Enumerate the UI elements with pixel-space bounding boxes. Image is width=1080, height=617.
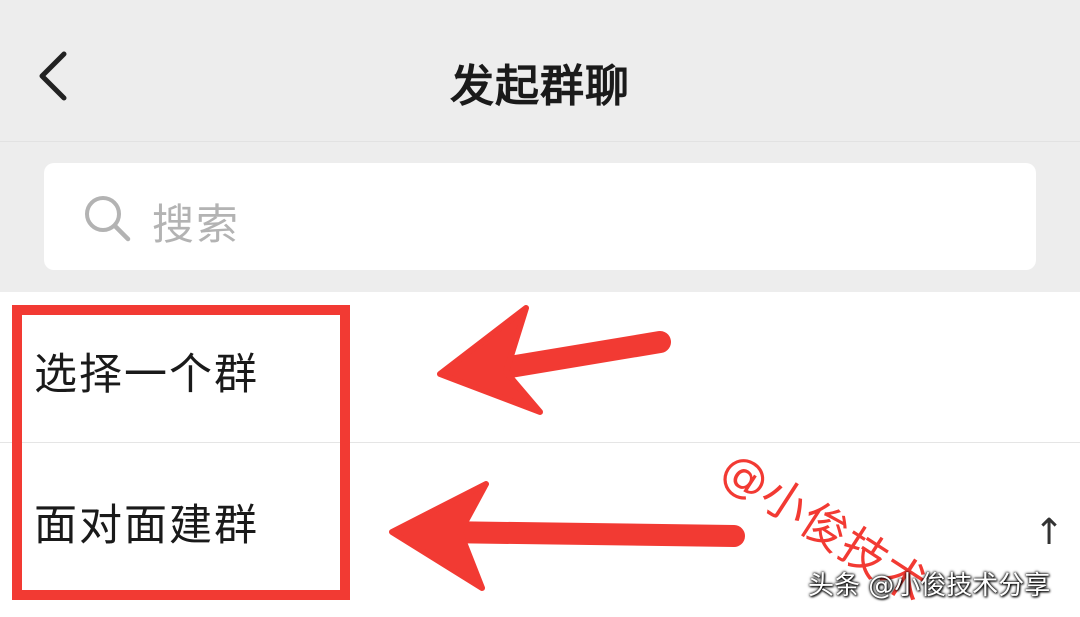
highlight-box <box>12 305 350 600</box>
search-input[interactable]: 搜索 <box>44 163 1036 270</box>
scroll-to-top-icon[interactable]: ↑ <box>1034 512 1064 553</box>
source-watermark: 头条 @小俊技术分享 <box>808 571 1051 601</box>
search-icon <box>85 196 131 242</box>
page-title: 发起群聊 <box>450 61 630 112</box>
search-area: 搜索 <box>0 142 1080 292</box>
nav-header: 发起群聊 <box>0 0 1080 142</box>
search-placeholder: 搜索 <box>152 200 241 249</box>
